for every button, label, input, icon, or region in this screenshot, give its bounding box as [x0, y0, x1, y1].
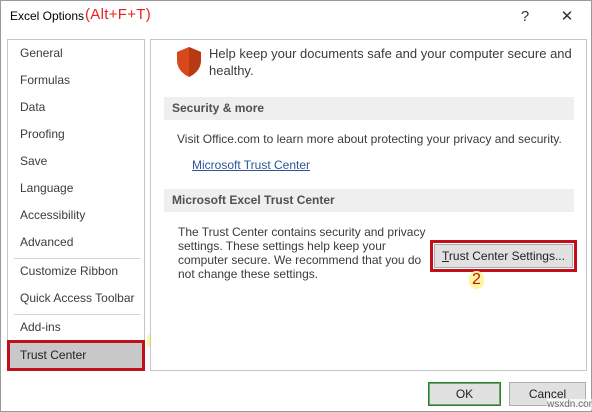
sidebar-item-proofing[interactable]: Proofing [9, 121, 143, 148]
shield-icon [177, 47, 201, 77]
sidebar-item-quick-access-toolbar[interactable]: Quick Access Toolbar [9, 285, 143, 312]
sidebar-item-formulas[interactable]: Formulas [9, 67, 143, 94]
sidebar-item-trust-center[interactable]: Trust Center [7, 340, 145, 371]
sidebar-item-language[interactable]: Language [9, 175, 143, 202]
trust-center-settings-button[interactable]: Trust Center Settings... [430, 240, 577, 272]
microsoft-trust-center-link[interactable]: Microsoft Trust Center [192, 158, 310, 172]
trust-center-description: The Trust Center contains security and p… [178, 225, 425, 281]
description-line: not change these settings. [178, 267, 319, 281]
title-bar: Excel Options (Alt+F+T) ? ✕ [1, 1, 591, 33]
sidebar-item-data[interactable]: Data [9, 94, 143, 121]
description-line: computer secure. We recommend that you d… [178, 253, 422, 267]
ok-button[interactable]: OK [428, 382, 501, 406]
security-description: Visit Office.com to learn more about pro… [177, 132, 562, 146]
section-header-trust-center: Microsoft Excel Trust Center [164, 189, 574, 212]
step-marker-2: 2 [469, 271, 484, 289]
section-header-security: Security & more [164, 97, 574, 120]
description-line: The Trust Center contains security and p… [178, 225, 426, 239]
help-button[interactable]: ? [513, 5, 537, 29]
excel-options-dialog: Excel Options (Alt+F+T) ? ✕ General Form… [0, 0, 592, 412]
sidebar-item-customize-ribbon[interactable]: Customize Ribbon [9, 258, 143, 285]
watermark: wsxdn.com [547, 399, 592, 410]
sidebar-item-add-ins[interactable]: Add-ins [9, 314, 143, 341]
close-button[interactable]: ✕ [554, 5, 580, 29]
dialog-title: Excel Options [10, 9, 85, 23]
trust-center-panel: Help keep your documents safe and your c… [150, 39, 587, 371]
sidebar-item-accessibility[interactable]: Accessibility [9, 202, 143, 229]
intro-text: Help keep your documents safe and your c… [209, 46, 572, 78]
sidebar-item-advanced[interactable]: Advanced [9, 229, 143, 256]
sidebar-item-save[interactable]: Save [9, 148, 143, 175]
button-mnemonic: T [442, 249, 449, 263]
button-label: rust Center Settings... [448, 249, 565, 263]
description-line: settings. These settings help keep your [178, 239, 386, 253]
sidebar-item-general[interactable]: General [9, 40, 143, 67]
options-sidebar: General Formulas Data Proofing Save Lang… [7, 39, 145, 371]
shortcut-hint: (Alt+F+T) [85, 6, 152, 23]
